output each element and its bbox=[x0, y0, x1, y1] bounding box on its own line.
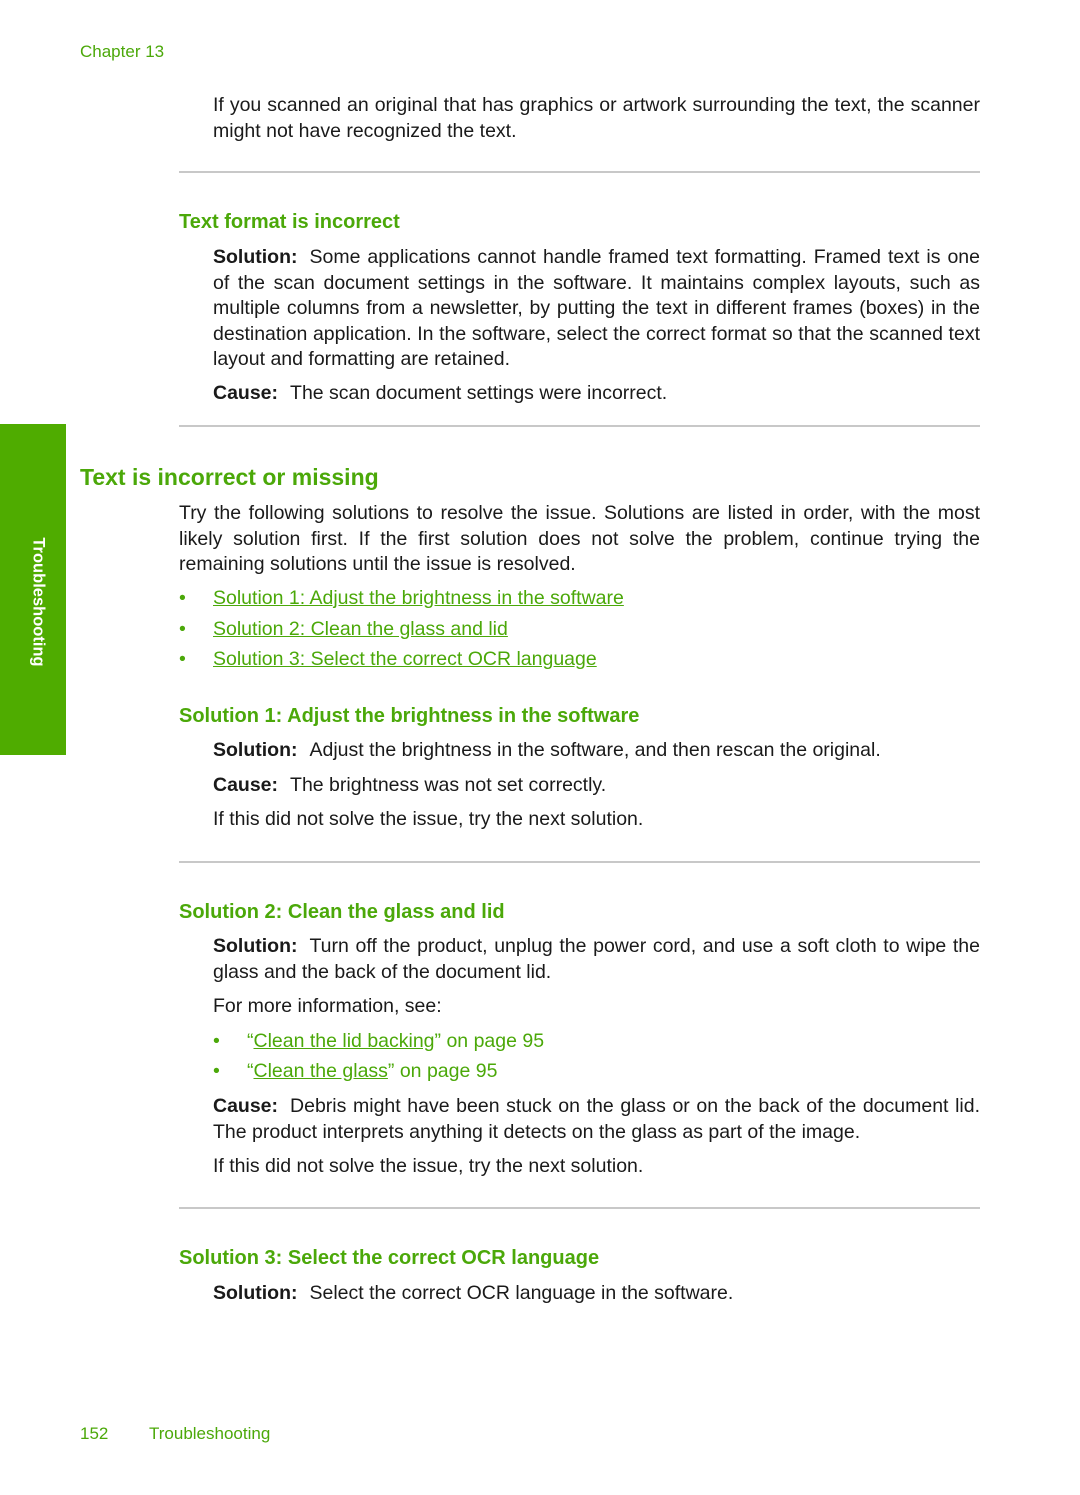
cause-text: Debris might have been stuck on the glas… bbox=[213, 1095, 980, 1143]
chapter-header: Chapter 13 bbox=[80, 42, 165, 61]
link-solution-3[interactable]: Solution 3: Select the correct OCR langu… bbox=[213, 648, 597, 670]
list-item: • Solution 3: Select the correct OCR lang… bbox=[179, 647, 624, 678]
text-format-solution: Solution: Some applications cannot handle… bbox=[213, 245, 980, 373]
bullet-icon: • bbox=[179, 648, 186, 670]
bullet-icon: • bbox=[179, 617, 186, 640]
link-solution-1[interactable]: Solution 1: Adjust the brightness in the… bbox=[213, 587, 624, 609]
cause-label: Cause: bbox=[213, 1095, 279, 1117]
cause-text: The scan document settings were incorrec… bbox=[290, 382, 668, 404]
link-clean-lid-backing[interactable]: Clean the lid backing bbox=[254, 1030, 435, 1052]
solution-text: Turn off the product, unplug the power c… bbox=[213, 935, 980, 983]
cause-text: The brightness was not set correctly. bbox=[290, 774, 607, 796]
solution-1-cause: Cause: The brightness was not set correct… bbox=[213, 773, 980, 799]
heading-solution-1: Solution 1: Adjust the brightness in the… bbox=[179, 705, 640, 727]
solution-1-next: If this did not solve the issue, try the… bbox=[213, 808, 644, 830]
divider bbox=[179, 425, 980, 427]
solution-link-list: • Solution 1: Adjust the brightness in th… bbox=[179, 586, 624, 678]
reference-list: • “Clean the lid backing” on page 95 • “Cl… bbox=[213, 1029, 544, 1089]
solution-text: Adjust the brightness in the software, a… bbox=[309, 739, 881, 761]
list-item: • Solution 1: Adjust the brightness in th… bbox=[179, 586, 624, 617]
list-item: • Solution 2: Clean the glass and lid bbox=[179, 617, 624, 648]
side-tab: Troubleshooting bbox=[0, 424, 66, 755]
solution-2-next: If this did not solve the issue, try the… bbox=[213, 1155, 644, 1177]
page-ref: ” on page 95 bbox=[434, 1030, 545, 1052]
cause-label: Cause: bbox=[213, 382, 279, 404]
link-solution-2[interactable]: Solution 2: Clean the glass and lid bbox=[213, 618, 508, 640]
solution-label: Solution: bbox=[213, 739, 298, 761]
heading-text-missing: Text is incorrect or missing bbox=[80, 464, 379, 490]
heading-solution-2: Solution 2: Clean the glass and lid bbox=[179, 901, 505, 923]
page-ref: ” on page 95 bbox=[387, 1060, 498, 1082]
bullet-icon: • bbox=[213, 1060, 220, 1082]
divider bbox=[179, 861, 980, 863]
list-item: • “Clean the glass” on page 95 bbox=[213, 1059, 544, 1089]
bullet-icon: • bbox=[179, 587, 186, 609]
link-clean-glass[interactable]: Clean the glass bbox=[254, 1060, 388, 1082]
heading-text-format: Text format is incorrect bbox=[179, 211, 400, 233]
intro-paragraph: If you scanned an original that has grap… bbox=[213, 94, 980, 142]
solution-2-solution: Solution: Turn off the product, unplug th… bbox=[213, 934, 980, 985]
solution-3-solution: Solution: Select the correct OCR language… bbox=[213, 1281, 980, 1307]
solution-text: Select the correct OCR language in the s… bbox=[309, 1282, 734, 1304]
solution-1-solution: Solution: Adjust the brightness in the so… bbox=[213, 738, 980, 764]
heading-solution-3: Solution 3: Select the correct OCR langu… bbox=[179, 1247, 600, 1269]
divider bbox=[179, 1207, 980, 1209]
solution-text: Some applications cannot handle framed t… bbox=[213, 246, 980, 370]
text-format-cause: Cause: The scan document settings were in… bbox=[213, 381, 980, 407]
side-tab-label: Troubleshooting bbox=[29, 537, 48, 667]
solution-2-cause: Cause: Debris might have been stuck on th… bbox=[213, 1094, 980, 1145]
cause-label: Cause: bbox=[213, 774, 279, 796]
footer-section: Troubleshooting bbox=[149, 1424, 271, 1443]
solution-2-more-info: For more information, see: bbox=[213, 995, 442, 1017]
solution-label: Solution: bbox=[213, 1282, 298, 1304]
page-number: 152 bbox=[80, 1424, 109, 1443]
text-missing-intro: Try the following solutions to resolve t… bbox=[179, 502, 980, 575]
divider bbox=[179, 171, 980, 173]
solution-label: Solution: bbox=[213, 246, 298, 268]
solution-label: Solution: bbox=[213, 935, 298, 957]
bullet-icon: • bbox=[213, 1030, 220, 1052]
list-item: • “Clean the lid backing” on page 95 bbox=[213, 1029, 544, 1059]
